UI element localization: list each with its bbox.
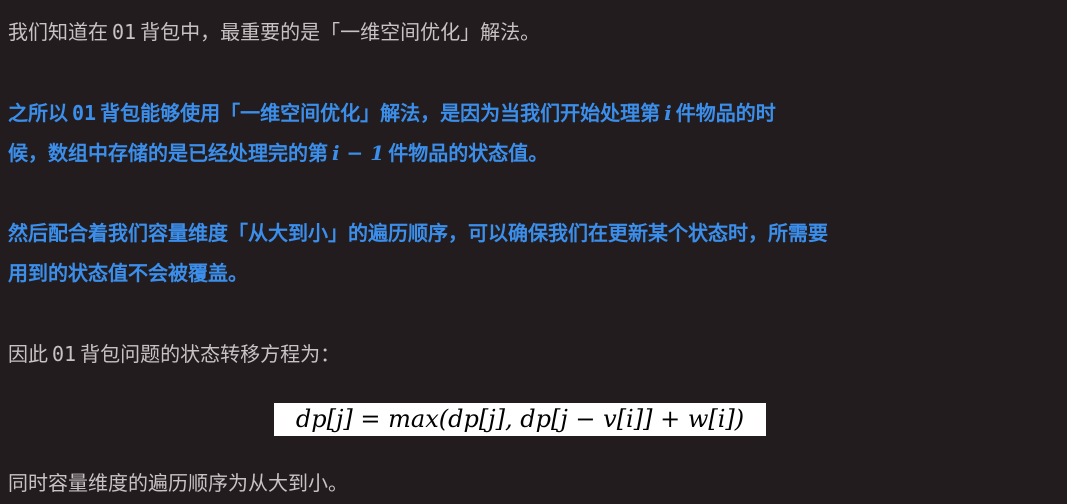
paragraph-explanation-line1: 之所以 01 背包能够使用「一维空间优化」解法，是因为当我们开始处理第 i 件物品的时	[8, 93, 776, 133]
inline-code-01: 01	[52, 342, 77, 366]
inline-code-01: 01	[112, 20, 137, 44]
inline-math-i: i	[664, 101, 672, 125]
explanation-line2-after: 件物品的状态值。	[388, 141, 549, 165]
paragraph-conclusion: 同时容量维度的遍历顺序为从大到小。	[8, 471, 348, 495]
intro-text-before: 我们知道在	[8, 20, 108, 44]
transition-text-after: 背包问题的状态转移方程为：	[80, 342, 341, 366]
transition-text-before: 因此	[8, 342, 48, 366]
paragraph-explanation-line2: 候，数组中存储的是已经处理完的第 i − 1 件物品的状态值。	[8, 133, 548, 173]
explanation-line2-before: 候，数组中存储的是已经处理完的第	[8, 141, 328, 165]
inline-math-i-minus-1: i − 1	[332, 141, 385, 165]
intro-text-after: 背包中，最重要的是「一维空间优化」解法。	[140, 20, 541, 44]
paragraph-transition-intro: 因此 01 背包问题的状态转移方程为：	[8, 334, 340, 374]
inline-code-01: 01	[72, 101, 97, 125]
paragraph-order-line1: 然后配合着我们容量维度「从大到小」的遍历顺序，可以确保我们在更新某个状态时，所需…	[8, 221, 828, 245]
paragraph-order-line2: 用到的状态值不会被覆盖。	[8, 261, 248, 285]
explanation-text-after: 件物品的时	[675, 101, 776, 125]
paragraph-intro: 我们知道在 01 背包中，最重要的是「一维空间优化」解法。	[8, 12, 540, 52]
explanation-text-before: 之所以	[8, 101, 68, 125]
explanation-text-mid: 背包能够使用「一维空间优化」解法，是因为当我们开始处理第	[100, 101, 661, 125]
state-transition-formula: dp[j] = max(dp[j], dp[j − v[i]] + w[i])	[274, 403, 766, 436]
